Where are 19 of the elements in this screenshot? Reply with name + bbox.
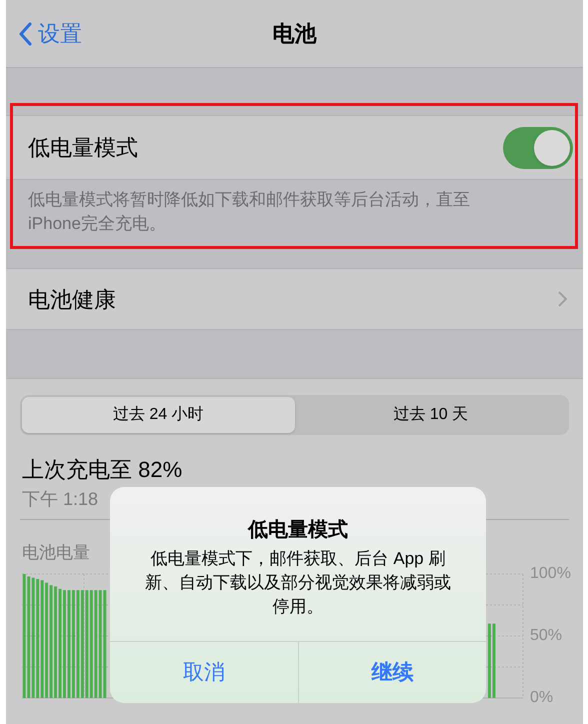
alert-title: 低电量模式 bbox=[246, 518, 349, 543]
alert-message: 低电量模式下，邮件获取、后台 App 刷新、自动下载以及部分视觉效果将减弱或停用。 bbox=[144, 548, 452, 618]
chevron-right-icon bbox=[558, 291, 567, 307]
chart-title: 电池电量 bbox=[22, 542, 90, 564]
toggle-knob bbox=[534, 130, 570, 166]
segment-tab[interactable]: 过去 10 天 bbox=[294, 397, 567, 433]
axis-tick-label: 50% bbox=[530, 626, 562, 644]
low-power-label: 低电量模式 bbox=[28, 134, 138, 162]
low-power-description: 低电量模式将暂时降低如下载和邮件获取等后台活动，直至iPhone完全充电。 bbox=[28, 189, 471, 235]
segment-tab[interactable]: 过去 24 小时 bbox=[22, 397, 294, 433]
page-title: 电池 bbox=[272, 20, 316, 48]
last-charge-title: 上次充电至 82% bbox=[22, 456, 184, 484]
axis-tick-label: 0% bbox=[530, 688, 554, 706]
axis-tick-label: 100% bbox=[530, 566, 571, 582]
chevron-left-icon bbox=[18, 22, 32, 46]
last-charge-time: 下午 1:18 bbox=[22, 488, 100, 511]
low-power-toggle[interactable] bbox=[503, 126, 573, 168]
battery-health-row[interactable]: 电池健康 bbox=[6, 268, 583, 330]
battery-health-label: 电池健康 bbox=[28, 286, 116, 314]
